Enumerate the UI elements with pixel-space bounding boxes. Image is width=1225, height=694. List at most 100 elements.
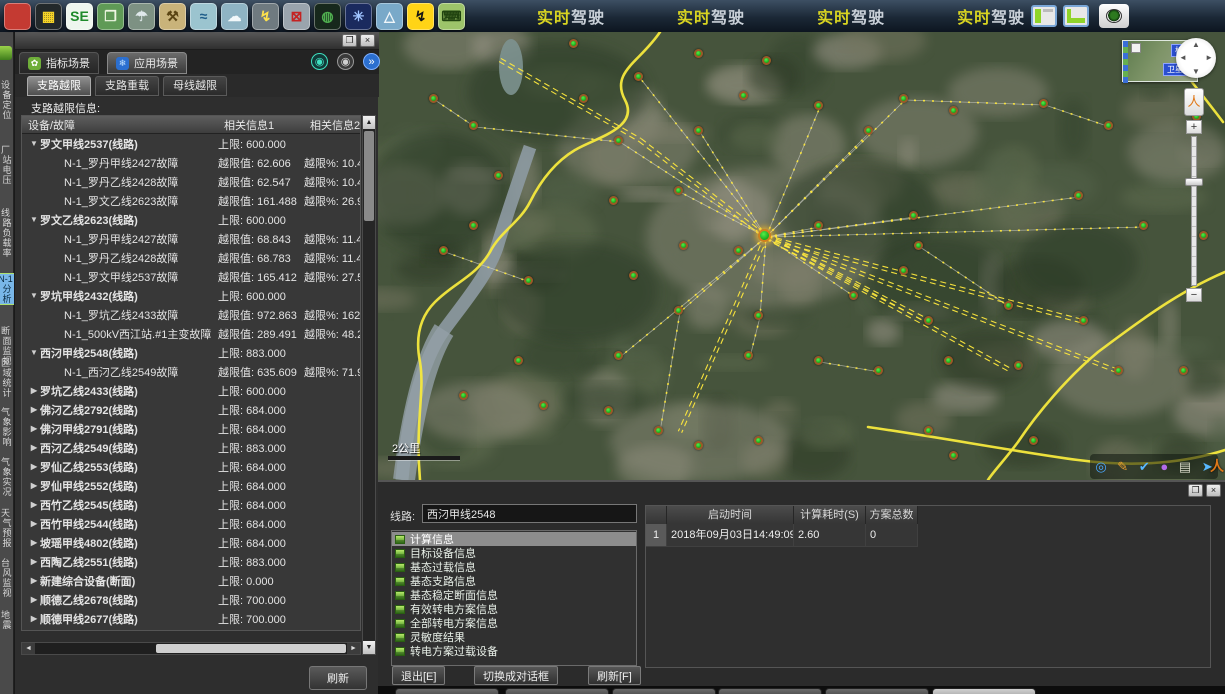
table-row[interactable]: ▶西陶乙线2551(线路) 上限: 883.000 [22,552,360,571]
station-marker[interactable] [674,306,683,315]
waves-icon[interactable]: ≈ [190,3,217,30]
record-gray-icon[interactable]: ◉ [337,53,354,70]
station-marker[interactable] [734,246,743,255]
table-row[interactable]: ▶佛汈甲线2791(线路) 上限: 684.000 [22,419,360,438]
bottom-tab[interactable] [825,688,929,694]
pan-left-icon[interactable]: ◄ [1179,53,1187,62]
station-marker[interactable] [1029,436,1038,445]
table-row[interactable]: N-1_罗文乙线2623故障 越限值: 161.488 越限%: 26.9 [22,191,360,210]
bottom-close-icon[interactable]: × [1206,484,1221,497]
layout-left-panel-icon[interactable] [1031,5,1057,27]
table-row[interactable]: N-1_罗坑乙线2433故障 越限值: 972.863 越限%: 162 [22,305,360,324]
panel-close-icon[interactable]: × [360,34,375,47]
table-row[interactable]: ▶罗仙乙线2553(线路) 上限: 684.000 [22,457,360,476]
station-marker[interactable] [679,241,688,250]
switch-dialog-button[interactable]: 切换成对话框 [474,666,558,685]
info-list-item[interactable]: 计算信息 [392,532,636,546]
bottom-tab-active[interactable] [932,688,1036,694]
station-marker[interactable] [1179,366,1188,375]
zoom-in-button[interactable]: + [1186,120,1202,134]
operator-icon[interactable]: ⌨ [438,3,465,30]
station-marker[interactable] [914,241,923,250]
station-marker[interactable] [694,441,703,450]
subtab-branch-limit[interactable]: 支路越限 [27,76,91,96]
vertical-scrollbar[interactable]: ▲ ▼ [362,115,376,655]
station-marker[interactable] [614,351,623,360]
exit-button[interactable]: 退出[E] [392,666,445,685]
collapse-arrow-icon[interactable]: » [363,53,380,70]
rail-item[interactable]: 厂站电压 [0,145,14,185]
table-row[interactable]: ▶佛汈乙线2792(线路) 上限: 684.000 [22,400,360,419]
cloud-icon[interactable]: ☁ [221,3,248,30]
scroll-down-icon[interactable]: ▼ [363,641,375,654]
bottom-tab[interactable] [395,688,499,694]
table-row[interactable]: ▶西汈乙线2549(线路) 上限: 883.000 [22,438,360,457]
station-marker[interactable] [864,126,873,135]
station-marker[interactable] [654,426,663,435]
table-row[interactable]: ▶顺德甲线2677(线路) 上限: 700.000 [22,609,360,628]
station-marker[interactable] [1104,121,1113,130]
inset-expand-icon[interactable] [1131,43,1141,53]
rail-item[interactable]: 设备定位 [0,80,14,120]
station-marker[interactable] [899,266,908,275]
station-marker[interactable] [429,94,438,103]
rain-icon[interactable]: ☂ [128,3,155,30]
rail-item[interactable]: 地震 [0,610,14,630]
rail-item[interactable]: 气象影响 [0,407,14,447]
pin-tool-icon[interactable]: ● [1160,460,1168,473]
pan-down-icon[interactable]: ▼ [1192,67,1200,76]
horizontal-scrollbar[interactable]: ◄ ► [21,642,361,655]
station-marker[interactable] [849,291,858,300]
label-tool-icon[interactable]: ▤ [1179,460,1191,473]
table-row[interactable]: ▶新建综合设备(断面) 上限: 0.000 [22,571,360,590]
bottom-tab[interactable] [612,688,716,694]
expander-icon[interactable]: ▶ [28,481,40,490]
station-marker[interactable] [744,351,753,360]
station-marker[interactable] [614,136,623,145]
rail-item[interactable]: 天气预报 [0,508,14,548]
expander-icon[interactable]: ▶ [28,424,40,433]
target-tool-icon[interactable]: ◎ [1095,460,1106,473]
station-marker[interactable] [604,406,613,415]
station-marker[interactable] [579,94,588,103]
info-list-item[interactable]: 灵敏度结果 [392,630,636,644]
state-estimation-icon[interactable]: SE [66,3,93,30]
station-marker[interactable] [814,101,823,110]
expander-icon[interactable]: ▶ [28,443,40,452]
station-marker[interactable] [539,401,548,410]
station-marker[interactable] [909,211,918,220]
construction-icon[interactable]: ⚒ [159,3,186,30]
station-marker[interactable] [439,246,448,255]
station-marker[interactable] [694,126,703,135]
expander-icon[interactable]: ▶ [28,500,40,509]
hub-station-marker[interactable] [758,229,771,242]
station-marker[interactable] [924,426,933,435]
table-row[interactable]: ▶顺德乙线2678(线路) 上限: 700.000 [22,590,360,609]
table-row[interactable]: N-1_罗文甲线2537故障 越限值: 165.412 越限%: 27.5 [22,267,360,286]
station-marker[interactable] [1139,221,1148,230]
station-marker[interactable] [634,72,643,81]
station-marker[interactable] [814,356,823,365]
layout-bottom-panel-icon[interactable] [1063,5,1089,27]
map-view[interactable]: 标注 卫星 ▲ ▼ ◄ ► 人 + − 2公里 ◎ ✎ ✔ ● ▤ ➤ 人 [378,32,1225,480]
expander-icon[interactable]: ▶ [28,405,40,414]
table-row[interactable]: ▶西竹甲线2544(线路) 上限: 684.000 [22,514,360,533]
table-row[interactable]: N-1_罗丹乙线2428故障 越限值: 62.547 越限%: 10.4 [22,172,360,191]
table-row[interactable]: N-1_罗丹乙线2428故障 越限值: 68.783 越限%: 11.4 [22,248,360,267]
station-marker[interactable] [1074,191,1083,200]
expander-icon[interactable]: ▶ [28,538,40,547]
station-marker[interactable] [524,276,533,285]
bottom-restore-icon[interactable]: ❐ [1188,484,1203,497]
expander-icon[interactable]: ▶ [28,576,40,585]
table-row[interactable]: ▶罗坑乙线2433(线路) 上限: 600.000 [22,381,360,400]
station-marker[interactable] [609,196,618,205]
refresh-button[interactable]: 刷新 [309,666,367,690]
streetview-pegman-icon[interactable]: 人 [1184,88,1204,116]
bottom-tab[interactable] [718,688,822,694]
station-marker[interactable] [899,94,908,103]
tab-application-scene[interactable]: ❄ 应用场景 [107,52,187,74]
network-icon[interactable]: ✳ [345,3,372,30]
table-row[interactable]: ▼西汈甲线2548(线路) 上限: 883.000 [22,343,360,362]
vertical-scroll-thumb[interactable] [364,131,374,221]
station-marker[interactable] [949,451,958,460]
